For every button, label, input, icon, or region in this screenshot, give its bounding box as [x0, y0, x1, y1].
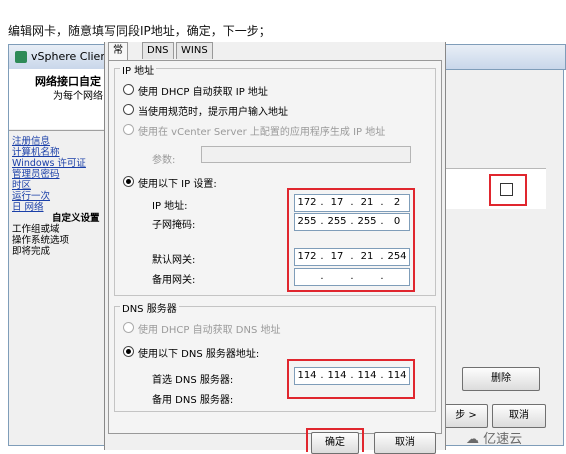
cloud-logo-icon: ☁	[466, 432, 479, 447]
nav-item-os-options: 操作系统选项	[12, 235, 70, 246]
window-title: vSphere Clien	[31, 50, 108, 63]
params-field	[201, 146, 411, 163]
nav-item-workgroup: 工作组或域	[12, 224, 60, 235]
vcenter-ip-label: 使用在 vCenter Server 上配置的应用程序生成 IP 地址	[138, 127, 386, 138]
tab-dns[interactable]: DNS	[142, 42, 174, 59]
highlight-ok	[306, 428, 364, 452]
nav-item-windows-license[interactable]: Windows 许可证	[12, 158, 108, 169]
next-button[interactable]: 步 >	[444, 404, 488, 428]
ip-group-title: IP 地址	[120, 62, 157, 77]
static-ip-radio[interactable]	[123, 176, 134, 187]
dns-group-title: DNS 服务器	[120, 300, 179, 315]
highlight-dns	[287, 359, 415, 399]
dialog-cancel-button[interactable]: 取消	[374, 432, 436, 454]
nav-item-ready: 即将完成	[12, 246, 51, 257]
wizard-header-subtitle: 为每个网络	[53, 91, 103, 102]
dhcp-dns-label: 使用 DHCP 自动获取 DNS 地址	[138, 325, 281, 336]
alt-gateway-label: 备用网关:	[152, 275, 196, 286]
nav-item-custom-settings: 自定义设置	[52, 213, 100, 224]
subnet-label: 子网掩码:	[152, 220, 196, 231]
ip-address-label: IP 地址:	[152, 201, 188, 212]
divider	[9, 130, 109, 131]
dhcp-ip-radio[interactable]	[123, 84, 134, 95]
nav-item-run-once[interactable]: 运行一次	[12, 191, 108, 202]
highlight-edit-nic	[489, 174, 527, 206]
manual-dns-label: 使用以下 DNS 服务器地址:	[138, 349, 260, 360]
static-ip-label: 使用以下 IP 设置:	[138, 179, 217, 190]
nav-item-network[interactable]: 日 网络	[12, 202, 108, 213]
prompt-ip-label: 当使用规范时，提示用户输入地址	[138, 107, 288, 118]
nav-item-registration[interactable]: 注册信息	[12, 136, 108, 147]
prompt-ip-radio[interactable]	[123, 104, 134, 115]
params-label: 参数:	[152, 155, 176, 166]
wizard-header: 网络接口自定 为每个网络	[9, 69, 109, 129]
nav-item-timezone[interactable]: 时区	[12, 180, 108, 191]
delete-button[interactable]: 删除	[462, 367, 540, 391]
watermark-text: 亿速云	[483, 432, 523, 447]
dhcp-dns-radio	[123, 322, 134, 333]
nav-item-computer-name[interactable]: 计算机名称	[12, 147, 108, 158]
vsphere-logo-icon	[15, 51, 27, 63]
vcenter-ip-radio	[123, 124, 134, 135]
gateway-label: 默认网关:	[152, 255, 196, 266]
tab-general[interactable]: 常规	[108, 42, 128, 72]
watermark: ☁ 亿速云	[466, 428, 522, 447]
wizard-cancel-button[interactable]: 取消	[492, 404, 546, 428]
manual-dns-radio[interactable]	[123, 346, 134, 357]
wizard-nav: 注册信息 计算机名称 Windows 许可证 管理员密码 时区 运行一次 日 网…	[12, 136, 108, 257]
alternate-dns-label: 备用 DNS 服务器:	[152, 395, 234, 406]
nav-item-admin-password[interactable]: 管理员密码	[12, 169, 108, 180]
dhcp-ip-label: 使用 DHCP 自动获取 IP 地址	[138, 87, 268, 98]
tab-wins[interactable]: WINS	[176, 42, 213, 59]
highlight-ip-settings	[287, 188, 415, 292]
instruction-caption: 编辑网卡，随意填写同段IP地址，确定，下一步；	[8, 24, 271, 38]
preferred-dns-label: 首选 DNS 服务器:	[152, 375, 234, 386]
